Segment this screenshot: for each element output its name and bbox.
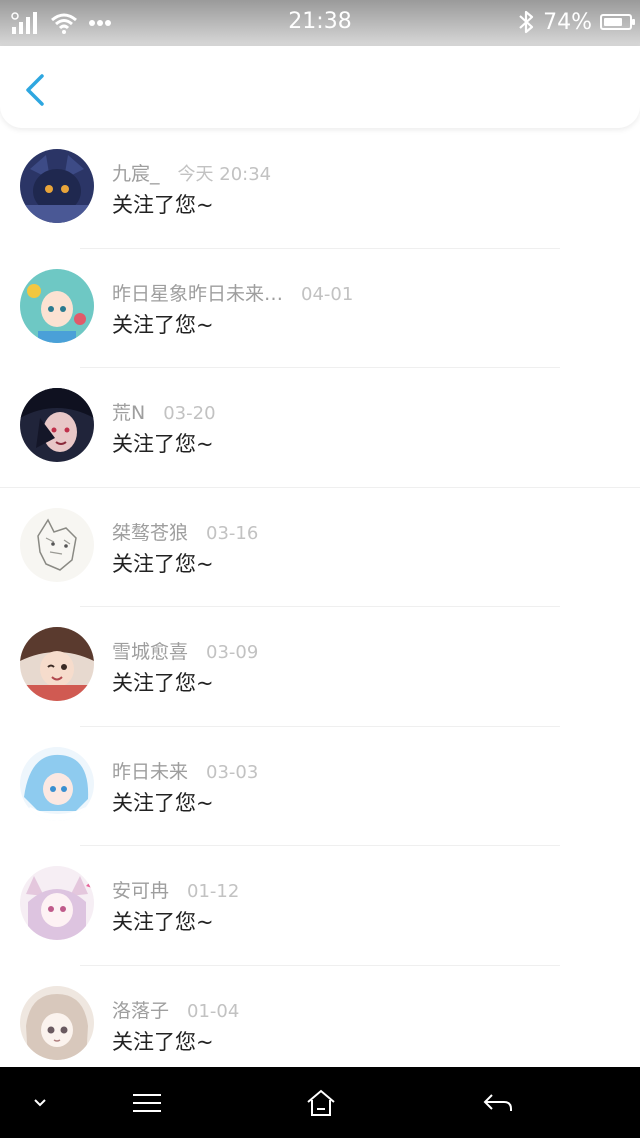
- battery-fill: [604, 18, 622, 26]
- list-item[interactable]: 昨日未来 03-03 关注了您~: [0, 727, 640, 846]
- name-line: 昨日未来 03-03: [112, 757, 258, 784]
- name-line: 桀骜苍狼 03-16: [112, 518, 258, 545]
- notification-message: 关注了您~: [112, 551, 214, 576]
- list-item[interactable]: 九宸_ 今天 20:34 关注了您~: [0, 129, 640, 249]
- battery-icon: [600, 14, 635, 30]
- collapse-button[interactable]: [20, 1067, 60, 1138]
- timestamp: 03-03: [206, 761, 259, 783]
- avatar[interactable]: [20, 507, 94, 582]
- list-item[interactable]: 雪城愈喜 03-09 关注了您~: [0, 607, 640, 727]
- app-header: [0, 46, 640, 128]
- user-name[interactable]: 荒N: [112, 398, 145, 425]
- list-item[interactable]: 桀骜苍狼 03-16 关注了您~: [0, 488, 640, 607]
- bluetooth-icon: [519, 10, 534, 34]
- notification-message: 关注了您~: [112, 671, 214, 695]
- home-icon: [307, 1089, 335, 1116]
- list-item[interactable]: 安可冉 01-12 关注了您~: [0, 846, 640, 966]
- name-line: 昨日星象昨日未来… 04-01: [112, 279, 353, 306]
- menu-icon: [133, 1093, 161, 1112]
- chevron-left-icon: [26, 74, 44, 106]
- timestamp: 今天 20:34: [177, 164, 272, 185]
- status-right: 74%: [517, 9, 635, 35]
- timestamp: 03-20: [163, 403, 216, 424]
- name-line: 雪城愈喜 03-09: [112, 637, 258, 664]
- list-item[interactable]: 昨日星象昨日未来… 04-01 关注了您~: [0, 249, 640, 368]
- name-line: 安可冉 01-12: [112, 876, 239, 903]
- avatar[interactable]: [20, 268, 94, 343]
- back-button[interactable]: [18, 70, 52, 110]
- timestamp: 04-01: [301, 283, 354, 305]
- user-name[interactable]: 洛落子: [112, 996, 169, 1023]
- user-name[interactable]: 昨日星象昨日未来…: [112, 279, 283, 306]
- status-bar: 21:38 74%: [0, 0, 640, 46]
- user-name[interactable]: 桀骜苍狼: [112, 518, 188, 545]
- avatar[interactable]: [20, 985, 94, 1060]
- timestamp: 03-16: [206, 522, 259, 544]
- name-line: 荒N 03-20: [112, 398, 216, 425]
- return-button[interactable]: [476, 1067, 520, 1138]
- notification-message: 关注了您~: [112, 910, 214, 934]
- notification-message: 关注了您~: [112, 790, 214, 815]
- timestamp: 03-09: [206, 642, 259, 663]
- system-nav-bar: [0, 1067, 640, 1138]
- list-item[interactable]: 荒N 03-20 关注了您~: [0, 368, 640, 488]
- battery-percent: 74%: [543, 9, 592, 35]
- user-name[interactable]: 雪城愈喜: [112, 637, 188, 664]
- user-name[interactable]: 安可冉: [112, 876, 169, 903]
- return-icon: [483, 1093, 512, 1111]
- follower-notification-list: 九宸_ 今天 20:34 关注了您~ 昨日星象昨日未来… 04-01 关注了您~: [0, 129, 640, 1085]
- notification-message: 关注了您~: [112, 312, 214, 337]
- home-button[interactable]: [300, 1067, 342, 1138]
- name-line: 九宸_ 今天 20:34: [112, 159, 271, 186]
- chevron-down-icon: [34, 1098, 46, 1106]
- timestamp: 01-12: [187, 881, 240, 902]
- user-name[interactable]: 九宸_: [112, 159, 160, 186]
- avatar[interactable]: [20, 746, 94, 821]
- avatar[interactable]: [20, 627, 94, 701]
- timestamp: 01-04: [187, 1000, 240, 1022]
- menu-button[interactable]: [126, 1067, 168, 1138]
- notification-message: 关注了您~: [112, 1029, 214, 1054]
- notification-message: 关注了您~: [112, 432, 214, 456]
- avatar[interactable]: [20, 866, 94, 940]
- name-line: 洛落子 01-04: [112, 996, 239, 1023]
- notification-message: 关注了您~: [112, 193, 214, 217]
- avatar[interactable]: [20, 388, 94, 462]
- user-name[interactable]: 昨日未来: [112, 757, 188, 784]
- avatar[interactable]: [20, 149, 94, 223]
